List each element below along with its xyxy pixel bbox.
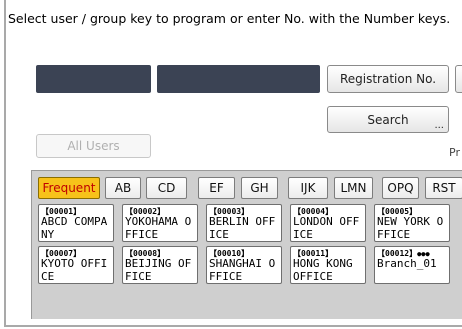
truncated-label: Pr — [449, 146, 460, 159]
key-name: BEIJING OFFICE — [125, 257, 192, 283]
destination-key[interactable]: 【00012】●●● Branch_01 — [374, 246, 450, 284]
key-name: KYOTO OFFICE — [41, 257, 108, 283]
tab-ijk[interactable]: IJK — [288, 177, 328, 199]
key-name: BERLIN OFFICE — [209, 215, 276, 241]
tab-rst[interactable]: RST — [425, 177, 462, 199]
key-name: SHANGHAI OFFICE — [209, 257, 276, 283]
destination-key[interactable]: 【00008】 BEIJING OFFICE — [122, 246, 198, 284]
destination-key[interactable]: 【00010】 SHANGHAI OFFICE — [206, 246, 282, 284]
destination-key[interactable]: 【00004】 LONDON OFFICE — [290, 204, 366, 242]
tab-opq[interactable]: OPQ — [382, 177, 419, 199]
destination-field-1 — [36, 65, 151, 93]
destination-key[interactable]: 【00003】 BERLIN OFFICE — [206, 204, 282, 242]
next-button-partial[interactable] — [455, 65, 462, 93]
key-name: ABCD COMPANY — [41, 215, 108, 241]
destination-key[interactable]: 【00002】 YOKOHAMA OFFICE — [122, 204, 198, 242]
address-book-panel: Frequent AB CD EF GH IJK LMN OPQ RST 【00001】 ABCD… — [31, 170, 462, 319]
destination-key[interactable]: 【00001】 ABCD COMPANY — [38, 204, 114, 242]
search-button-label: Search — [367, 112, 409, 127]
destination-field-2 — [157, 65, 320, 93]
tab-lmn[interactable]: LMN — [334, 177, 373, 199]
destination-key[interactable]: 【00005】 NEW YORK OFFICE — [374, 204, 450, 242]
instruction-text: Select user / group key to program or en… — [8, 11, 451, 26]
key-name: HONG KONG OFFICE — [293, 257, 353, 283]
tab-frequent[interactable]: Frequent — [38, 177, 100, 199]
key-name: LONDON OFFICE — [293, 215, 360, 241]
tab-ab[interactable]: AB — [105, 177, 141, 199]
key-name: NEW YORK OFFICE — [377, 215, 444, 241]
search-button[interactable]: Search ... — [327, 106, 449, 133]
search-ellipsis: ... — [434, 120, 444, 131]
tab-ef[interactable]: EF — [198, 177, 235, 199]
all-users-button[interactable]: All Users — [36, 134, 151, 158]
tab-cd[interactable]: CD — [146, 177, 187, 199]
tab-gh[interactable]: GH — [241, 177, 278, 199]
destination-key[interactable]: 【00007】 KYOTO OFFICE — [38, 246, 114, 284]
registration-no-button[interactable]: Registration No. — [327, 65, 449, 93]
destination-key[interactable]: 【00011】 HONG KONG OFFICE — [290, 246, 366, 284]
key-name: YOKOHAMA OFFICE — [125, 215, 192, 241]
key-name: Branch_01 — [377, 257, 437, 270]
